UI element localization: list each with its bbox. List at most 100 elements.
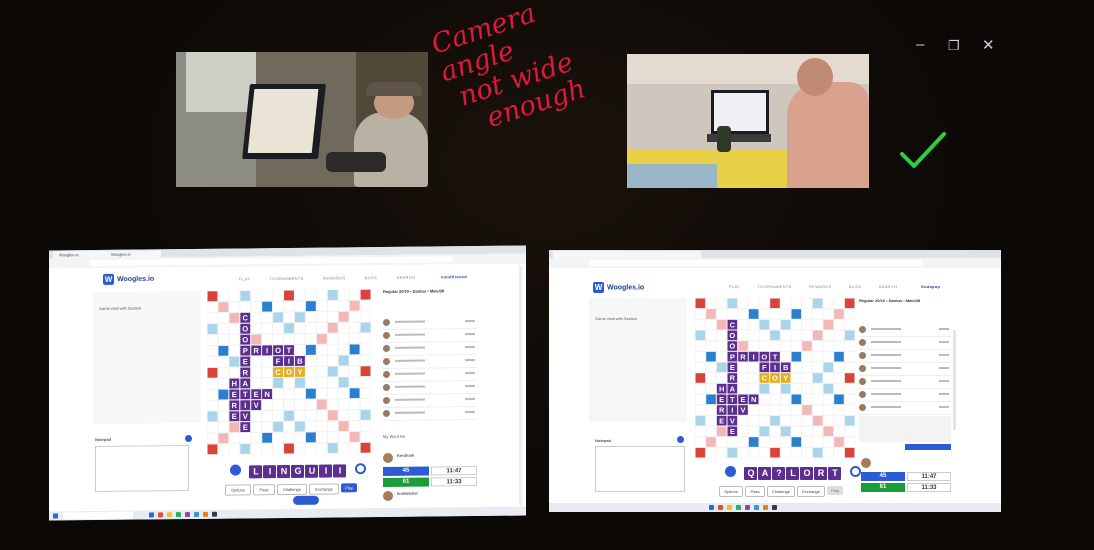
board-square[interactable] (295, 323, 305, 334)
board-square[interactable] (844, 405, 855, 415)
board-square[interactable] (770, 309, 780, 319)
start-icon[interactable] (53, 513, 58, 519)
board-square[interactable] (251, 323, 262, 334)
board-square[interactable] (802, 373, 812, 383)
board-square[interactable] (844, 394, 855, 405)
board-square[interactable] (207, 411, 218, 422)
board-square[interactable] (305, 301, 316, 312)
board-square[interactable] (349, 333, 360, 344)
rack-tile[interactable]: U (305, 464, 319, 478)
board-square[interactable] (802, 351, 812, 362)
board-square[interactable] (295, 410, 305, 421)
board-square[interactable] (218, 313, 229, 323)
board-square[interactable] (823, 405, 834, 415)
taskbar-app-icon[interactable] (736, 505, 741, 510)
board-square[interactable] (360, 366, 371, 377)
board-square[interactable] (706, 330, 716, 341)
exchange-button[interactable]: Exchange (309, 483, 339, 495)
board-square[interactable] (759, 437, 770, 447)
board-square[interactable] (262, 378, 273, 389)
board-square[interactable] (262, 334, 273, 345)
board-square[interactable] (770, 415, 780, 426)
board-square[interactable] (748, 437, 759, 447)
board-square[interactable] (360, 420, 371, 431)
board-square[interactable] (791, 426, 802, 437)
board-square[interactable] (295, 399, 305, 410)
board-square[interactable] (759, 319, 770, 330)
board-square[interactable] (812, 341, 823, 351)
board-square[interactable] (738, 383, 748, 394)
board-square[interactable] (770, 447, 780, 458)
board-square[interactable] (791, 437, 802, 447)
board-square[interactable] (316, 410, 327, 421)
notepad-textarea[interactable] (95, 445, 189, 493)
board-square[interactable] (823, 373, 834, 383)
board-square[interactable] (295, 334, 305, 345)
board-square[interactable] (338, 300, 349, 311)
board-square[interactable] (349, 410, 360, 421)
board-square[interactable] (695, 362, 706, 373)
board-square[interactable] (284, 323, 294, 334)
board-square[interactable] (327, 355, 338, 366)
board-square[interactable] (218, 323, 229, 334)
board-square[interactable] (834, 383, 844, 394)
board-square[interactable] (834, 309, 844, 319)
board-square[interactable] (738, 319, 748, 330)
board-square[interactable] (812, 319, 823, 330)
nav-search[interactable]: SEARCH (879, 284, 897, 289)
board-square[interactable] (738, 309, 748, 319)
rack-tile[interactable]: G (291, 464, 305, 478)
board-square[interactable] (844, 447, 855, 458)
board-square[interactable] (262, 312, 273, 323)
board-square[interactable] (207, 356, 218, 367)
board-square[interactable] (812, 351, 823, 362)
board-square[interactable] (802, 426, 812, 437)
board-square[interactable] (273, 410, 283, 421)
board-square[interactable] (834, 319, 844, 330)
board-square[interactable] (207, 313, 218, 324)
board-square[interactable] (759, 383, 770, 394)
taskbar-app-icon[interactable] (158, 512, 163, 518)
board-square[interactable] (229, 367, 240, 378)
board-square[interactable] (207, 422, 218, 433)
board-square[interactable] (251, 422, 262, 432)
board-square[interactable] (727, 298, 738, 309)
board-square[interactable] (780, 415, 791, 426)
board-square[interactable] (360, 333, 371, 344)
board-square[interactable] (305, 432, 316, 443)
taskbar-app-icon[interactable] (745, 505, 750, 510)
board-square[interactable] (706, 362, 716, 373)
board-square[interactable] (273, 432, 283, 443)
board-square[interactable] (748, 330, 759, 341)
board-square[interactable] (748, 415, 759, 426)
board-square[interactable] (748, 373, 759, 383)
board-square[interactable] (727, 309, 738, 319)
board-square[interactable] (327, 322, 338, 333)
board-square[interactable] (218, 389, 229, 400)
board-square[interactable] (716, 426, 727, 437)
board-square[interactable] (251, 432, 262, 443)
board-square[interactable] (284, 377, 294, 388)
board-square[interactable] (218, 302, 229, 313)
board-square[interactable] (834, 405, 844, 415)
board-square[interactable] (273, 388, 283, 399)
taskbar-app-icon[interactable] (176, 512, 181, 518)
nav-blog[interactable]: BLOG (365, 275, 377, 280)
board-square[interactable] (770, 405, 780, 415)
board-square[interactable] (791, 373, 802, 383)
board-square[interactable] (349, 355, 360, 366)
board-square[interactable] (251, 356, 262, 367)
board-square[interactable] (305, 421, 316, 432)
board-square[interactable] (360, 311, 371, 322)
board-square[interactable] (727, 437, 738, 447)
board-square[interactable] (338, 289, 349, 300)
board-square[interactable] (218, 422, 229, 433)
board-square[interactable] (844, 298, 855, 309)
stop-analysing-button[interactable] (293, 495, 319, 505)
board-square[interactable] (823, 330, 834, 341)
rack-shuffle-icon[interactable] (725, 466, 736, 478)
board-square[interactable] (759, 309, 770, 319)
analyze-button[interactable] (905, 444, 951, 450)
rack-tile[interactable]: N (277, 464, 291, 479)
board-square[interactable] (802, 330, 812, 341)
